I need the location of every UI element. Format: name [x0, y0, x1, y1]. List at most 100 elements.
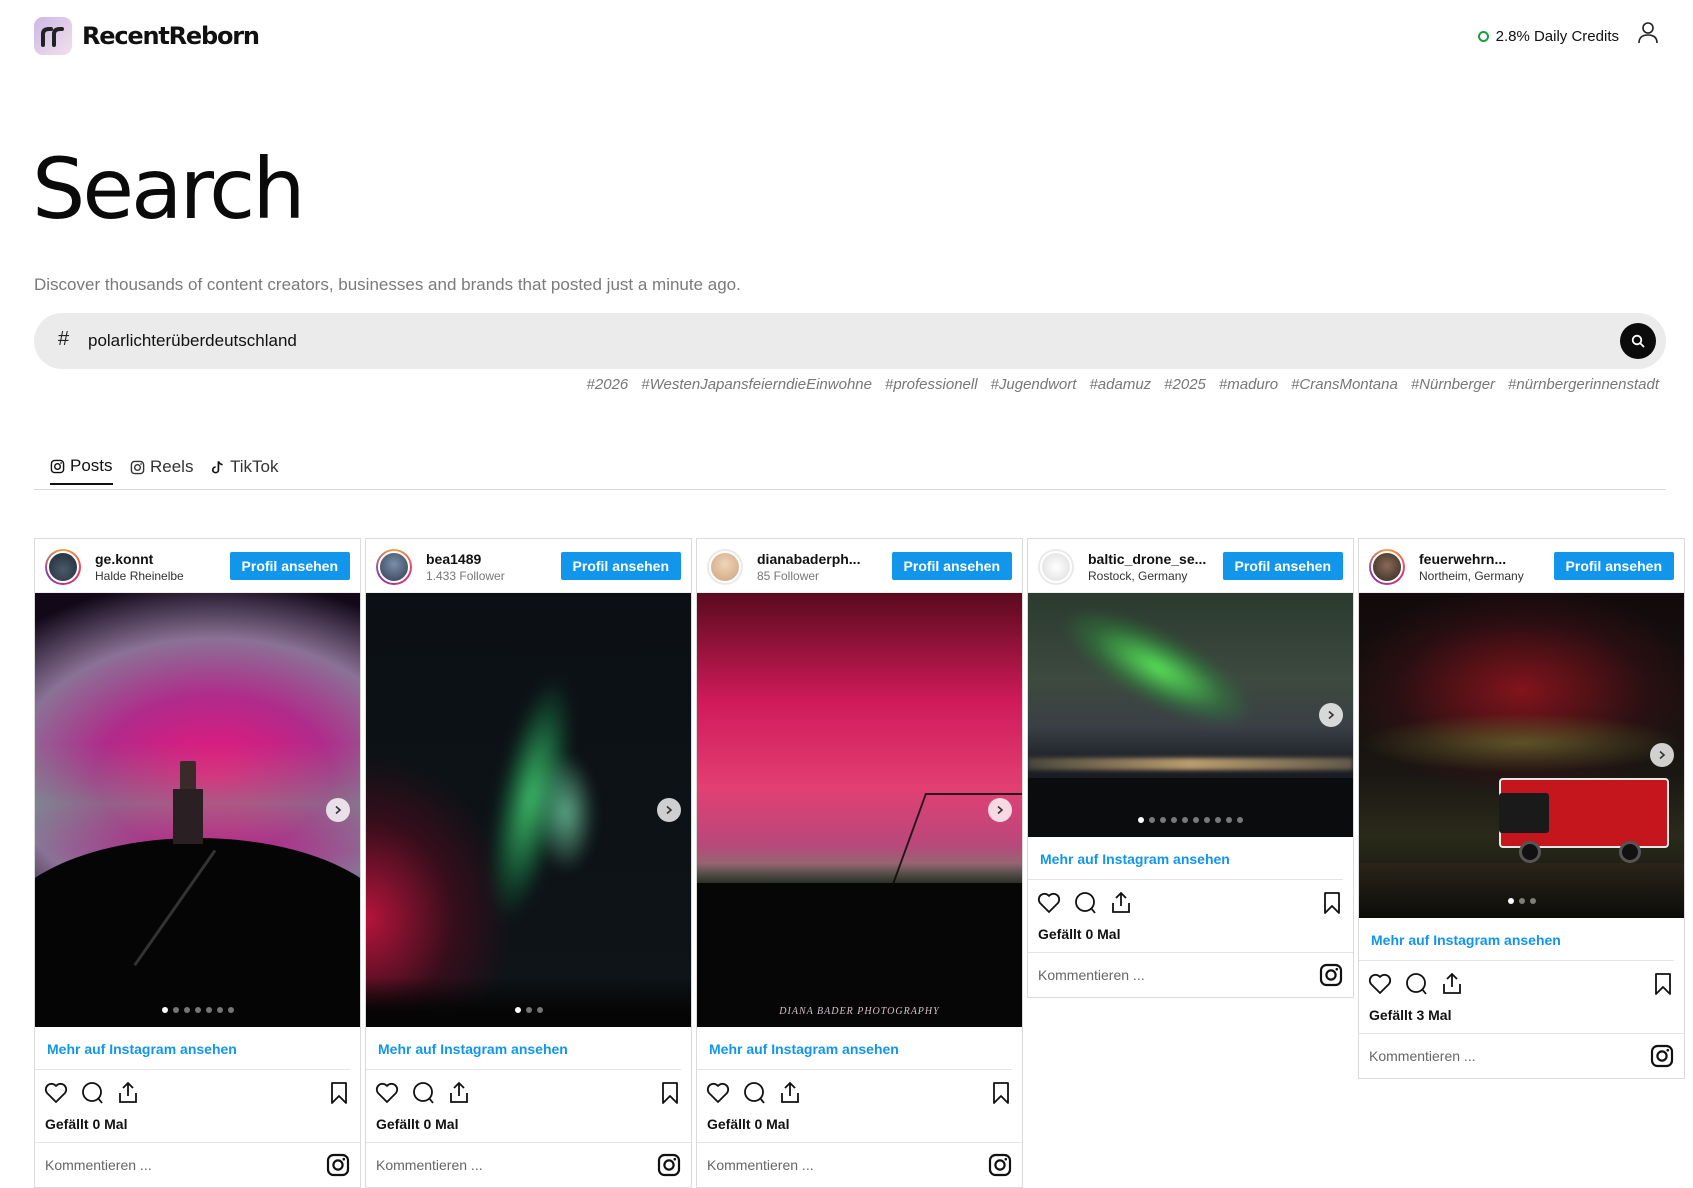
heart-icon[interactable] [1036, 890, 1062, 916]
instagram-icon [130, 460, 145, 474]
post-header: bea1489 1.433 Follower Profil ansehen [366, 539, 691, 593]
comment-icon[interactable] [1072, 890, 1098, 916]
heart-icon[interactable] [705, 1080, 731, 1106]
next-slide-button[interactable] [1650, 743, 1674, 767]
tag-link[interactable]: #nürnbergerinnenstadt [1508, 376, 1659, 393]
bookmark-icon[interactable] [326, 1080, 352, 1106]
heart-icon[interactable] [1367, 971, 1393, 997]
post-header: feuerwehrn... Northeim, Germany Profil a… [1359, 539, 1684, 593]
page-subtitle: Discover thousands of content creators, … [34, 275, 741, 294]
comment-icon[interactable] [79, 1080, 105, 1106]
suggested-tags: #2026 #WestenJapansfeierndieEinwohne #pr… [587, 376, 1659, 393]
tag-link[interactable]: #Jugendwort [991, 376, 1077, 393]
comment-input[interactable] [376, 1143, 636, 1187]
more-on-instagram-link[interactable]: Mehr auf Instagram ansehen [697, 1027, 1012, 1070]
post-header: baltic_drone_se... Rostock, Germany Prof… [1028, 539, 1353, 593]
comment-icon[interactable] [1403, 971, 1429, 997]
post-actions [35, 1070, 360, 1114]
comment-input[interactable] [1038, 953, 1298, 997]
view-profile-button[interactable]: Profil ansehen [229, 552, 350, 580]
next-slide-button[interactable] [988, 798, 1012, 822]
tab-reels[interactable]: Reels [130, 449, 193, 485]
avatar[interactable] [1038, 549, 1074, 585]
instagram-icon[interactable] [657, 1153, 681, 1177]
post-image [35, 593, 360, 1027]
more-on-instagram-link[interactable]: Mehr auf Instagram ansehen [35, 1027, 350, 1070]
carousel-dots [366, 1007, 691, 1013]
post-actions [697, 1070, 1022, 1114]
post-actions [1359, 961, 1684, 1005]
post-image [1028, 593, 1353, 837]
comment-row [1028, 952, 1353, 997]
post-image [1359, 593, 1684, 918]
next-slide-button[interactable] [657, 798, 681, 822]
share-icon[interactable] [1439, 971, 1465, 997]
avatar[interactable] [45, 549, 81, 585]
tag-link[interactable]: #professionell [885, 376, 978, 393]
carousel-dots [1359, 898, 1684, 904]
share-icon[interactable] [777, 1080, 803, 1106]
heart-icon[interactable] [43, 1080, 69, 1106]
chevron-right-icon [997, 805, 1004, 815]
share-icon[interactable] [1108, 890, 1134, 916]
app-name: RecentReborn [82, 22, 260, 50]
heart-icon[interactable] [374, 1080, 400, 1106]
post-username[interactable]: feuerwehrn... [1419, 551, 1506, 567]
tab-tiktok[interactable]: TikTok [210, 449, 279, 485]
chevron-right-icon [335, 805, 342, 815]
post-image: DIANA BADER PHOTOGRAPHY [697, 593, 1022, 1027]
bookmark-icon[interactable] [1650, 971, 1676, 997]
user-icon[interactable] [1637, 21, 1659, 45]
bookmark-icon[interactable] [657, 1080, 683, 1106]
avatar[interactable] [707, 549, 743, 585]
tag-link[interactable]: #adamuz [1089, 376, 1151, 393]
avatar[interactable] [1369, 549, 1405, 585]
post-followers: 85 Follower [757, 569, 820, 583]
search-input[interactable] [86, 313, 1536, 369]
share-icon[interactable] [446, 1080, 472, 1106]
post-username[interactable]: dianabaderph... [757, 551, 860, 567]
next-slide-button[interactable] [1319, 703, 1343, 727]
more-on-instagram-link[interactable]: Mehr auf Instagram ansehen [1359, 918, 1674, 961]
more-on-instagram-link[interactable]: Mehr auf Instagram ansehen [1028, 837, 1343, 880]
instagram-icon[interactable] [988, 1153, 1012, 1177]
comment-row [366, 1142, 691, 1187]
app-logo[interactable]: RecentReborn [34, 17, 260, 55]
bookmark-icon[interactable] [988, 1080, 1014, 1106]
comment-input[interactable] [707, 1143, 967, 1187]
tab-posts[interactable]: Posts [50, 449, 113, 485]
instagram-icon[interactable] [1650, 1044, 1674, 1068]
instagram-icon[interactable] [326, 1153, 350, 1177]
post-card: feuerwehrn... Northeim, Germany Profil a… [1358, 538, 1685, 1079]
share-icon[interactable] [115, 1080, 141, 1106]
instagram-icon[interactable] [1319, 963, 1343, 987]
view-profile-button[interactable]: Profil ansehen [891, 552, 1012, 580]
post-username[interactable]: ge.konnt [95, 551, 153, 567]
comment-input[interactable] [45, 1143, 305, 1187]
tag-link[interactable]: #CransMontana [1291, 376, 1398, 393]
search-button[interactable] [1620, 323, 1656, 359]
post-username[interactable]: bea1489 [426, 551, 481, 567]
bookmark-icon[interactable] [1319, 890, 1345, 916]
view-profile-button[interactable]: Profil ansehen [560, 552, 681, 580]
tag-link[interactable]: #2025 [1164, 376, 1206, 393]
tag-link[interactable]: #Nürnberger [1411, 376, 1495, 393]
avatar[interactable] [376, 549, 412, 585]
more-on-instagram-link[interactable]: Mehr auf Instagram ansehen [366, 1027, 681, 1070]
tab-label: Reels [150, 457, 194, 476]
tag-link[interactable]: #maduro [1219, 376, 1278, 393]
tag-link[interactable]: #2026 [587, 376, 629, 393]
view-profile-button[interactable]: Profil ansehen [1222, 552, 1343, 580]
like-count: Gefällt 0 Mal [707, 1116, 790, 1132]
like-count: Gefällt 0 Mal [376, 1116, 459, 1132]
view-profile-button[interactable]: Profil ansehen [1553, 552, 1674, 580]
comment-icon[interactable] [741, 1080, 767, 1106]
hashtag-prefix-icon: # [58, 328, 70, 350]
comment-input[interactable] [1369, 1034, 1629, 1078]
post-image [366, 593, 691, 1027]
tag-link[interactable]: #WestenJapansfeierndieEinwohne [641, 376, 872, 393]
next-slide-button[interactable] [326, 798, 350, 822]
comment-icon[interactable] [410, 1080, 436, 1106]
post-followers: 1.433 Follower [426, 569, 505, 583]
post-username[interactable]: baltic_drone_se... [1088, 551, 1206, 567]
